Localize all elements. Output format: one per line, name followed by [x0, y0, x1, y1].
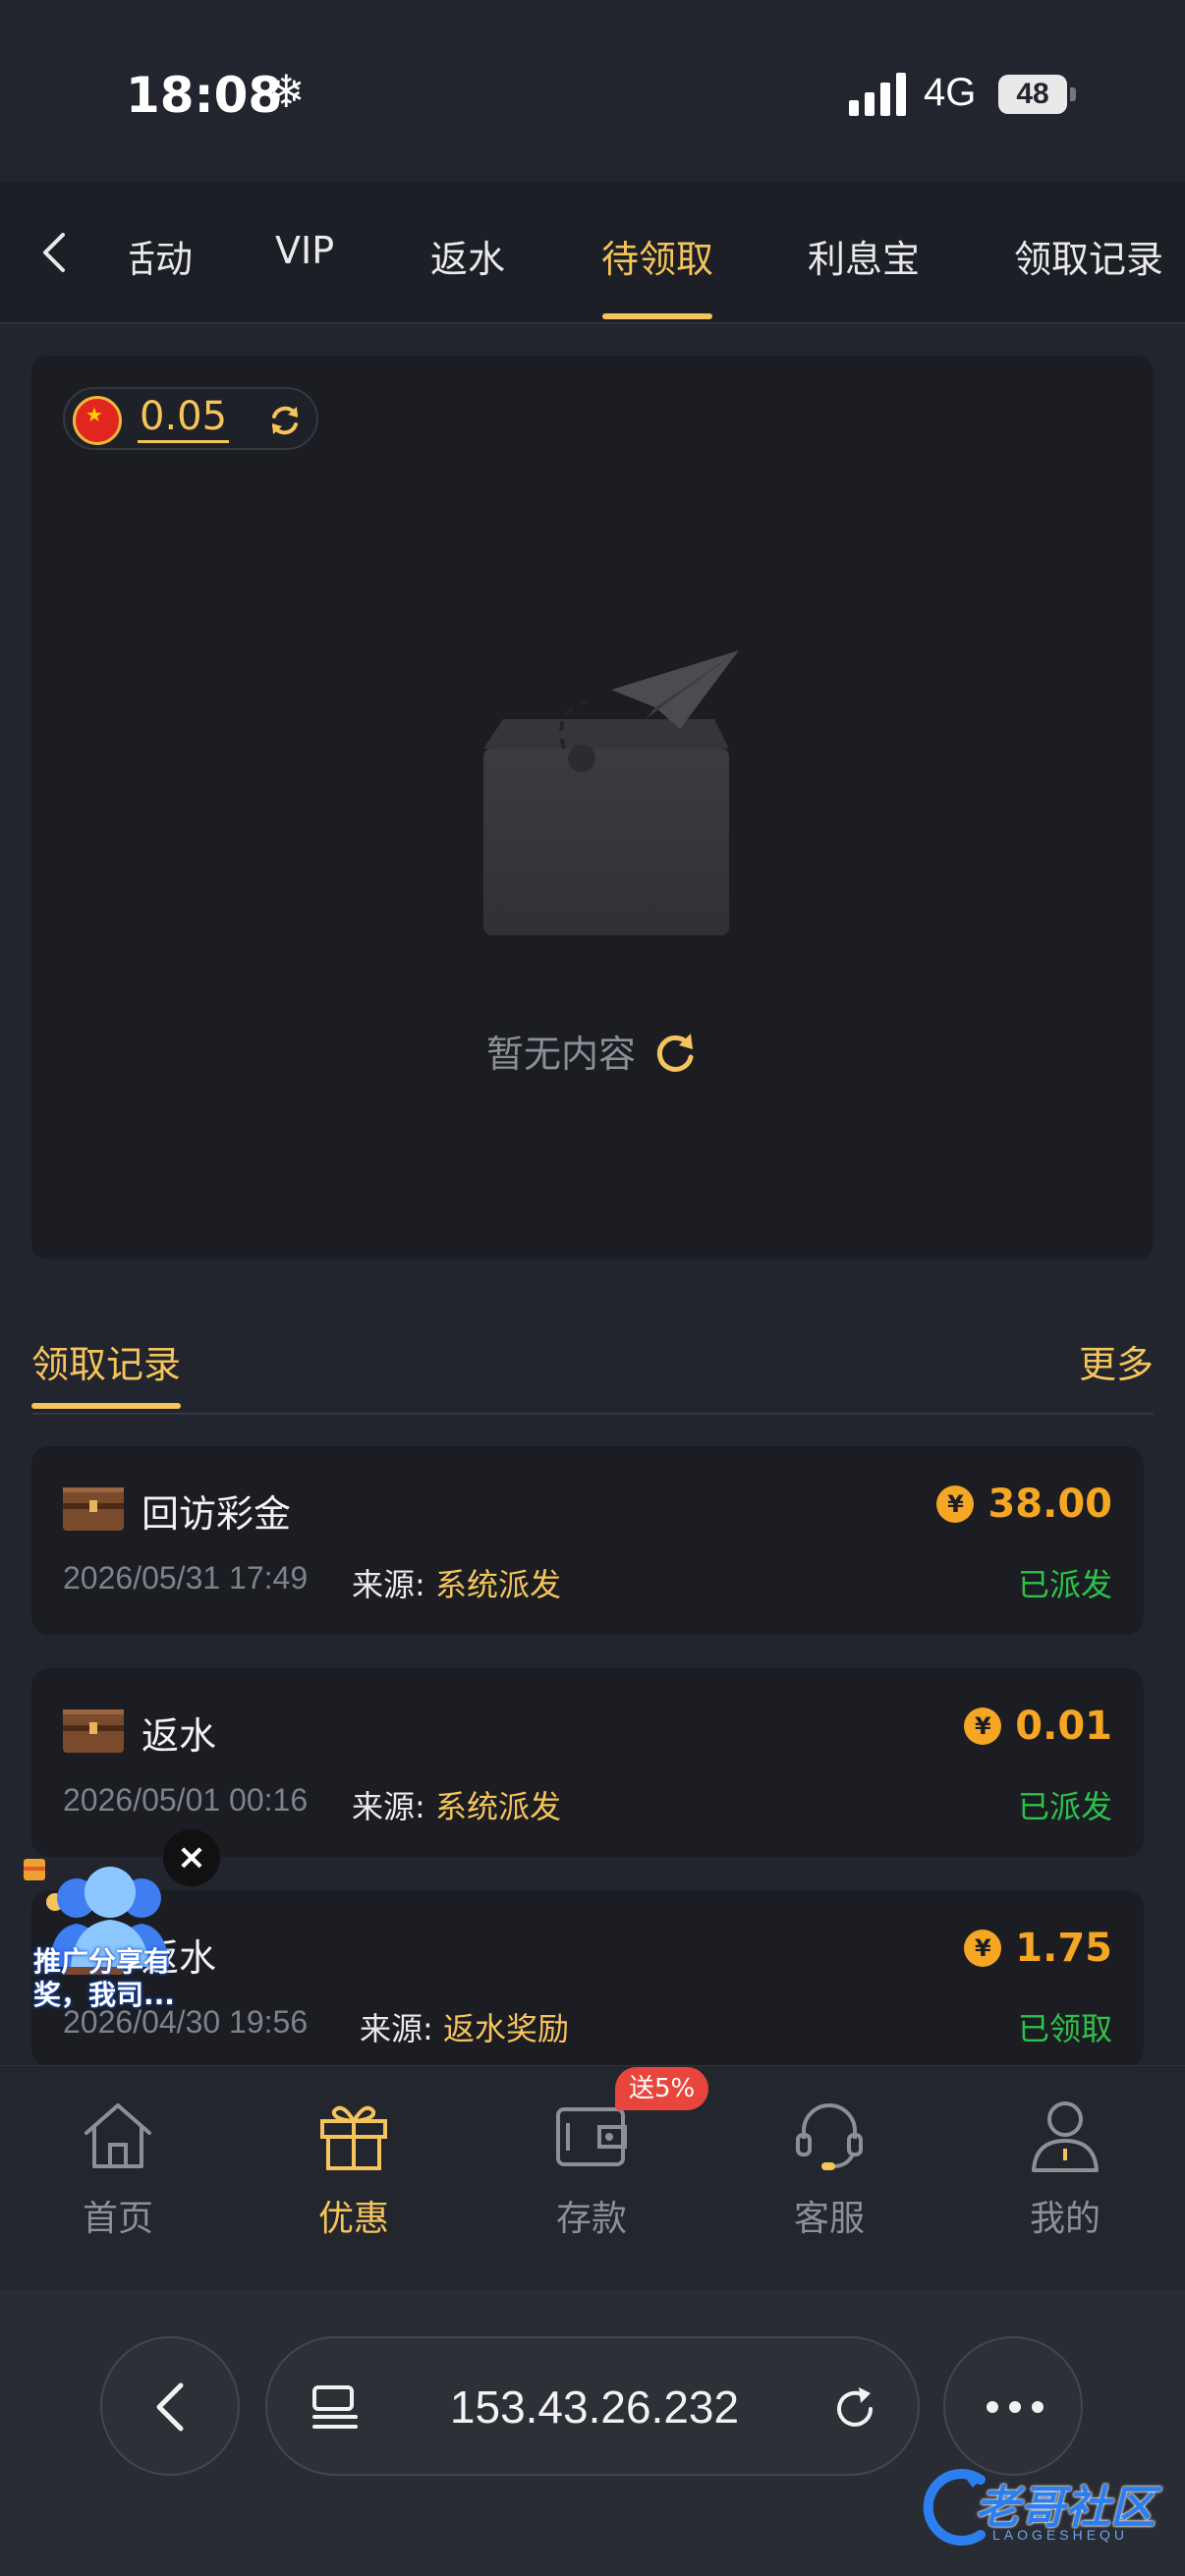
record-name: 回访彩金: [141, 1492, 292, 1536]
home-icon: [85, 2103, 151, 2168]
watermark-subtext: LAOGESHEQU: [992, 2527, 1129, 2543]
pending-claim-card: ★ 0.05 暂无内容: [31, 356, 1154, 1260]
empty-box-illustration: [483, 650, 739, 935]
nav-label: 客服: [793, 2199, 865, 2239]
status-time: 18:08: [126, 67, 283, 124]
nav-label: 我的: [1029, 2199, 1100, 2239]
nav-label: 首页: [82, 2199, 153, 2239]
yen-coin-icon: ¥: [964, 1708, 1002, 1745]
browser-more-button[interactable]: [943, 2336, 1083, 2476]
tab-interest[interactable]: 利息宝: [808, 229, 920, 283]
active-tab-indicator: [602, 313, 712, 319]
deposit-bonus-badge: 送5%: [615, 2067, 709, 2110]
nav-deposit[interactable]: 存款: [493, 2094, 690, 2241]
record-time: 2026/05/01 00:16: [63, 1782, 309, 1818]
gift-icon: [320, 2105, 387, 2170]
record-status: 已派发: [1017, 1566, 1112, 1603]
empty-state: 暂无内容: [31, 1024, 1154, 1078]
record-source: 来源: 系统派发: [352, 1788, 561, 1825]
record-amount: ¥0.01: [964, 1704, 1112, 1749]
browser-url-bar[interactable]: 153.43.26.232: [265, 2336, 920, 2476]
headset-icon: [796, 2103, 863, 2170]
promo-text: 推广分享有奖，我司...: [33, 1945, 175, 2011]
nav-label: 存款: [555, 2199, 627, 2239]
browser-back-button[interactable]: [100, 2336, 240, 2476]
record-time: 2026/05/31 17:49: [63, 1560, 309, 1596]
share-promo-float[interactable]: × 推广分享有奖，我司...: [16, 1829, 220, 2026]
bottom-nav: 首页 优惠 存款 客服 我的: [0, 2065, 1185, 2289]
browser-url-text: 153.43.26.232: [449, 2381, 740, 2433]
nav-profile[interactable]: 我的: [967, 2094, 1163, 2241]
record-amount: ¥1.75: [964, 1926, 1112, 1971]
nav-support[interactable]: 客服: [731, 2094, 928, 2241]
china-flag-icon: ★: [73, 396, 122, 445]
user-icon: [1032, 2101, 1099, 2172]
reload-icon[interactable]: [651, 1028, 699, 1075]
yen-coin-icon: ¥: [964, 1930, 1002, 1967]
records-title-underline: [31, 1403, 181, 1409]
snowflake-icon: ❄: [267, 65, 306, 118]
chevron-left-icon: [156, 2382, 184, 2432]
nav-label: 优惠: [317, 2199, 389, 2239]
record-status: 已领取: [1017, 2010, 1112, 2047]
records-more-link[interactable]: 更多: [1079, 1334, 1154, 1388]
balance-value: 0.05: [138, 393, 230, 443]
nav-home[interactable]: 首页: [20, 2094, 216, 2241]
yen-coin-icon: ¥: [936, 1485, 975, 1523]
tab-pending-claim[interactable]: 待领取: [601, 229, 713, 283]
treasure-chest-icon: [63, 1709, 124, 1753]
treasure-chest-icon: [63, 1487, 124, 1531]
category-tab-bar: 活动 VIP 返水 待领取 利息宝 领取记录: [0, 182, 1185, 324]
records-header: 领取记录 更多: [31, 1316, 1154, 1415]
tab-rebate[interactable]: 返水: [430, 229, 505, 283]
tab-activity[interactable]: 活动: [130, 229, 193, 283]
record-amount: ¥38.00: [936, 1482, 1112, 1527]
empty-state-text: 暂无内容: [485, 1033, 636, 1076]
records-title: 领取记录: [31, 1343, 182, 1386]
chevron-left-icon[interactable]: [35, 231, 75, 274]
record-source: 来源: 返水奖励: [360, 2010, 569, 2047]
reload-icon[interactable]: [829, 2383, 880, 2435]
refresh-icon[interactable]: [267, 403, 303, 438]
balance-pill[interactable]: ★ 0.05: [63, 387, 318, 450]
signal-icon: [849, 73, 908, 116]
record-source: 来源: 系统派发: [352, 1566, 561, 1603]
record-name: 返水: [141, 1714, 217, 1758]
battery-icon: 48: [998, 75, 1067, 114]
record-row[interactable]: 回访彩金 ¥38.00 2026/05/31 17:49 来源: 系统派发 已派…: [31, 1446, 1144, 1635]
close-icon[interactable]: ×: [163, 1829, 220, 1886]
record-status: 已派发: [1017, 1788, 1112, 1825]
tab-vip[interactable]: VIP: [275, 229, 334, 272]
network-type: 4G: [924, 71, 977, 114]
tab-claim-records[interactable]: 领取记录: [1014, 229, 1163, 283]
watermark-logo: 老哥社区 LAOGESHEQU: [922, 2468, 1177, 2547]
status-bar: 18:08 ❄ 4G 48: [0, 0, 1185, 182]
more-dots-icon: [987, 2401, 1044, 2413]
nav-promotions[interactable]: 优惠: [255, 2094, 452, 2241]
battery-tip: [1070, 87, 1076, 101]
